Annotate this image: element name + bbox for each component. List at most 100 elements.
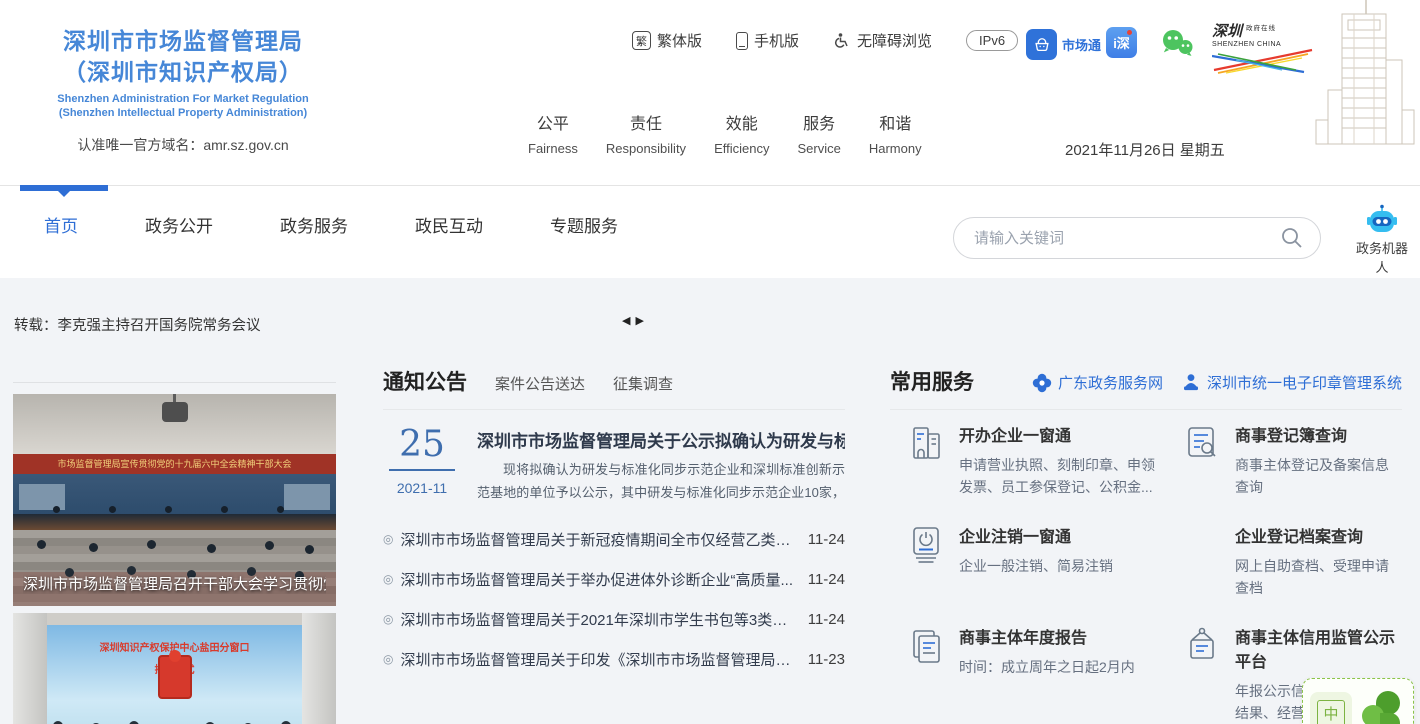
stacked-documents-icon bbox=[906, 624, 946, 668]
featured-summary: 现将拟确认为研发与标准化同步示范企业和深圳标准创新示范基地的单位予以公示，其中研… bbox=[477, 459, 845, 507]
photo-officials bbox=[53, 506, 60, 513]
main-navbar: 首页 政务公开 政务服务 政民互动 专题服务 政务机器人 bbox=[0, 185, 1420, 278]
notice-list-item[interactable]: ◎ 深圳市市场监督管理局关于2021年深圳市学生书包等3类产... 11-24 bbox=[383, 599, 845, 639]
core-values: 公平 Fairness 责任 Responsibility 效能 Efficiency… bbox=[528, 110, 922, 156]
nav-item-interaction[interactable]: 政民互动 bbox=[415, 212, 483, 237]
ishenzhen-app-dot bbox=[1127, 30, 1132, 35]
wechat-link[interactable] bbox=[1160, 28, 1196, 58]
photo-audience-seats bbox=[13, 530, 336, 606]
city-logo-ribbon bbox=[1212, 48, 1320, 74]
wheelchair-icon bbox=[833, 32, 851, 50]
services-section: 常用服务 广东政务服务网 bbox=[890, 366, 1402, 724]
site-logo[interactable]: 深圳市市场监督管理局 （深圳市知识产权局） Shenzhen Administr… bbox=[28, 26, 338, 155]
mobile-label: 手机版 bbox=[754, 30, 799, 51]
clean-governance-widget[interactable]: 中 bbox=[1302, 678, 1414, 724]
market-app-icon bbox=[1026, 29, 1057, 60]
featured-day: 25 bbox=[389, 427, 455, 471]
photo-audience bbox=[37, 540, 46, 549]
value-zh: 公平 bbox=[528, 110, 578, 134]
mobile-version-link[interactable]: 手机版 bbox=[736, 30, 799, 51]
accessibility-link[interactable]: 无障碍浏览 bbox=[833, 30, 932, 51]
official-domain-label: 认准唯一官方域名：amr.sz.gov.cn bbox=[28, 135, 338, 155]
news-ticker-link[interactable]: 转载：李克强主持召开国务院常务会议 bbox=[14, 314, 261, 335]
bullet-icon: ◎ bbox=[383, 612, 393, 626]
building-sketch bbox=[1308, 0, 1420, 155]
guangdong-gov-link[interactable]: 广东政务服务网 bbox=[1032, 372, 1163, 393]
carousel-slide-1[interactable]: 市场监督管理局宣传贯彻党的十九届六中全会精神干部大会 深圳市市场监督管理局召开干… bbox=[13, 394, 336, 606]
notices-title: 通知公告 bbox=[383, 366, 467, 396]
featured-notice[interactable]: 25 2021-11 深圳市市场监督管理局关于公示拟确认为研发与标... 现将拟… bbox=[383, 410, 845, 507]
flower-icon bbox=[1032, 373, 1052, 393]
site-header: 深圳市市场监督管理局 （深圳市知识产权局） Shenzhen Administr… bbox=[0, 0, 1420, 185]
current-date: 2021年11月26日 星期五 bbox=[1065, 139, 1225, 160]
services-title: 常用服务 bbox=[890, 366, 974, 396]
value-en: Efficiency bbox=[714, 141, 769, 156]
service-archive-search[interactable]: 企业登记档案查询 网上自助查档、受理申请查档 bbox=[1182, 523, 1402, 600]
nav-item-gov-info[interactable]: 政务公开 bbox=[145, 212, 213, 237]
search-input[interactable] bbox=[974, 230, 1280, 247]
building-icon bbox=[906, 422, 946, 466]
org-subtitle-line2: (Shenzhen Intellectual Property Administ… bbox=[28, 106, 338, 120]
bullet-icon: ◎ bbox=[383, 532, 393, 546]
bullet-icon: ◎ bbox=[383, 652, 393, 666]
value-en: Service bbox=[797, 141, 840, 156]
ishenzhen-app-icon: i深 bbox=[1106, 27, 1137, 58]
utility-bar: 繁 繁体版 手机版 无障碍浏览 IPv6 bbox=[632, 30, 1018, 51]
widget-char-box: 中 bbox=[1310, 692, 1352, 724]
accessibility-label: 无障碍浏览 bbox=[857, 30, 932, 51]
notices-section: 通知公告 案件公告送达 征集调查 25 2021-11 深圳市市场监督管理局关于… bbox=[383, 366, 845, 679]
value-en: Fairness bbox=[528, 141, 578, 156]
power-book-icon bbox=[906, 523, 946, 567]
active-tab-indicator bbox=[20, 185, 108, 191]
nav-item-special[interactable]: 专题服务 bbox=[550, 212, 618, 237]
value-zh: 服务 bbox=[797, 110, 840, 134]
value-en: Harmony bbox=[869, 141, 922, 156]
service-annual-report[interactable]: 商事主体年度报告 时间：成立周年之日起2月内 bbox=[906, 624, 1168, 724]
search-box[interactable] bbox=[953, 217, 1321, 259]
carousel-slide-2[interactable]: 深圳知识产权保护中心盐田分窗口 揭牌仪式 bbox=[13, 613, 336, 724]
carousel-caption: 深圳市市场监督管理局召开干部大会学习贯彻党的十... bbox=[23, 573, 326, 594]
market-app-label: 市场通 bbox=[1062, 35, 1101, 54]
featured-title[interactable]: 深圳市市场监督管理局关于公示拟确认为研发与标... bbox=[477, 427, 845, 452]
traditional-chinese-link[interactable]: 繁 繁体版 bbox=[632, 30, 702, 51]
icon-placeholder bbox=[1182, 523, 1222, 567]
value-zh: 和谐 bbox=[869, 110, 922, 134]
service-registry-search[interactable]: 商事登记簿查询 商事主体登记及备案信息查询 bbox=[1182, 422, 1402, 499]
photo-desk bbox=[13, 514, 336, 530]
notice-list-item[interactable]: ◎ 深圳市市场监督管理局关于印发《深圳市市场监督管理局商... 11-23 bbox=[383, 639, 845, 679]
value-zh: 责任 bbox=[606, 110, 686, 134]
ipv6-badge[interactable]: IPv6 bbox=[966, 30, 1018, 51]
photo-projector bbox=[162, 402, 188, 422]
org-title-line1: 深圳市市场监督管理局 bbox=[28, 26, 338, 57]
clover-leaves-icon bbox=[1360, 691, 1404, 724]
search-icon[interactable] bbox=[1280, 226, 1304, 250]
wechat-icon bbox=[1160, 28, 1196, 58]
notice-list-item[interactable]: ◎ 深圳市市场监督管理局关于举办促进体外诊断企业“高质量... 11-24 bbox=[383, 559, 845, 599]
notice-list-item[interactable]: ◎ 深圳市市场监督管理局关于新冠疫情期间全市仅经营乙类非... 11-24 bbox=[383, 519, 845, 559]
conference-banner-text: 市场监督管理局宣传贯彻党的十九届六中全会精神干部大会 bbox=[13, 454, 336, 474]
nav-item-home[interactable]: 首页 bbox=[44, 212, 78, 237]
traditional-icon: 繁 bbox=[632, 31, 651, 50]
main-content: 转载：李克强主持召开国务院常务会议 ◀ ▶ 市场监督管理局宣传贯彻党的十九届六中… bbox=[0, 278, 1420, 724]
value-zh: 效能 bbox=[714, 110, 769, 134]
service-deregistration[interactable]: 企业注销一窗通 企业一般注销、简易注销 bbox=[906, 523, 1168, 600]
value-en: Responsibility bbox=[606, 141, 686, 156]
phone-icon bbox=[736, 32, 748, 50]
ishenzhen-app-link[interactable]: i深 bbox=[1106, 27, 1137, 58]
tab-case-announcements[interactable]: 案件公告送达 bbox=[495, 373, 585, 396]
org-subtitle-line1: Shenzhen Administration For Market Regul… bbox=[28, 92, 338, 106]
traditional-label: 繁体版 bbox=[657, 30, 702, 51]
ticker-prev-icon[interactable]: ◀ bbox=[622, 314, 630, 327]
news-carousel: 市场监督管理局宣传贯彻党的十九届六中全会精神干部大会 深圳市市场监督管理局召开干… bbox=[13, 382, 336, 724]
city-logo-zh: 深圳 bbox=[1212, 20, 1242, 41]
ticker-next-icon[interactable]: ▶ bbox=[635, 314, 643, 327]
eseal-system-link[interactable]: 深圳市统一电子印章管理系统 bbox=[1181, 372, 1402, 393]
tab-surveys[interactable]: 征集调查 bbox=[613, 373, 673, 396]
service-open-business[interactable]: 开办企业一窗通 申请营业执照、刻制印章、申领发票、员工参保登记、公积金... bbox=[906, 422, 1168, 499]
nav-item-gov-services[interactable]: 政务服务 bbox=[280, 212, 348, 237]
gov-robot-button[interactable]: 政务机器人 bbox=[1350, 204, 1414, 276]
photo2-plaque bbox=[158, 655, 192, 699]
gov-robot-label: 政务机器人 bbox=[1350, 238, 1414, 276]
notice-list: ◎ 深圳市市场监督管理局关于新冠疫情期间全市仅经营乙类非... 11-24 ◎ … bbox=[383, 519, 845, 679]
market-app-link[interactable]: 市场通 bbox=[1026, 29, 1101, 60]
